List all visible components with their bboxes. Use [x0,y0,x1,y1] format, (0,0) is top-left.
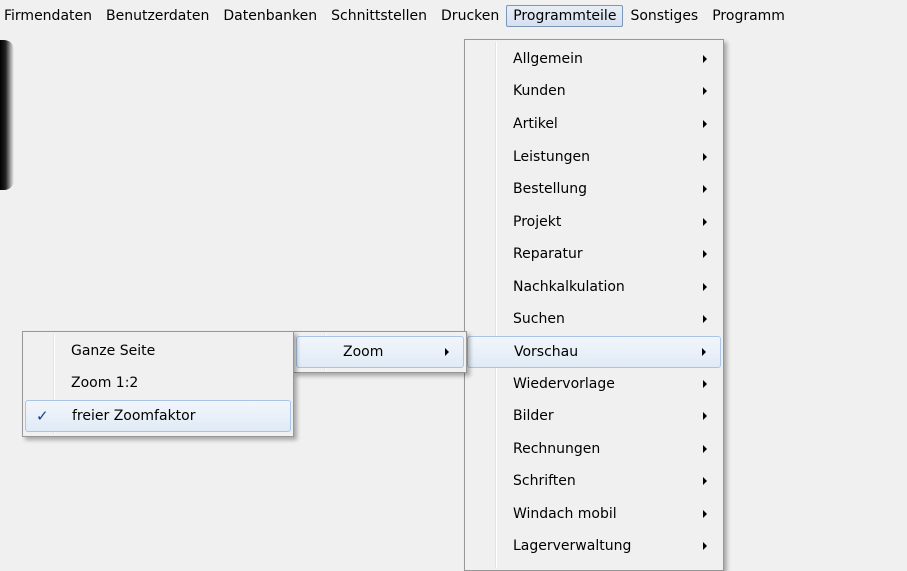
submenu-arrow-icon [703,315,707,323]
menu-item-label: Vorschau [514,344,579,360]
menu-item-artikel[interactable]: Artikel [467,109,721,139]
menu-item-label: Lagerverwaltung [513,538,632,554]
zoom-submenu: Ganze Seite Zoom 1:2 ✓ freier Zoomfaktor [22,331,294,437]
menu-item-rechnungen[interactable]: Rechnungen [467,434,721,464]
menu-item-label: Wiedervorlage [513,376,615,392]
menu-item-label: Windach mobil [513,506,617,522]
menu-item-projekt[interactable]: Projekt [467,207,721,237]
submenu-arrow-icon [703,542,707,550]
menu-item-label: Schriften [513,473,576,489]
submenu-arrow-icon [703,87,707,95]
menu-item-label: Ganze Seite [71,343,156,359]
submenu-arrow-icon [445,348,449,356]
submenu-arrow-icon [703,185,707,193]
vorschau-submenu: Zoom [293,331,467,373]
menu-datenbanken[interactable]: Datenbanken [216,5,324,27]
menu-item-freier-zoomfaktor[interactable]: ✓ freier Zoomfaktor [25,400,291,432]
submenu-arrow-icon [703,283,707,291]
menu-item-label: Projekt [513,214,562,230]
submenu-arrow-icon [703,120,707,128]
menu-item-bilder[interactable]: Bilder [467,401,721,431]
menu-bar: Firmendaten Benutzerdaten Datenbanken Sc… [0,0,907,32]
menu-sonstiges[interactable]: Sonstiges [623,5,705,27]
menu-item-label: Bilder [513,408,554,424]
programmteile-menu: Allgemein Kunden Artikel Leistungen Best… [464,39,724,571]
menu-item-label: Leistungen [513,149,590,165]
submenu-arrow-icon [703,412,707,420]
submenu-arrow-icon [703,477,707,485]
menu-programm[interactable]: Programm [705,5,792,27]
menu-item-bestellung[interactable]: Bestellung [467,174,721,204]
menu-item-label: Allgemein [513,51,583,67]
menu-item-label: Zoom [343,344,384,360]
menu-item-label: Reparatur [513,246,583,262]
submenu-arrow-icon [703,55,707,63]
menu-item-label: freier Zoomfaktor [72,408,196,424]
submenu-arrow-icon [703,380,707,388]
menu-item-label: Nachkalkulation [513,279,625,295]
menu-item-wiedervorlage[interactable]: Wiedervorlage [467,369,721,399]
menu-item-label: Artikel [513,116,558,132]
menu-benutzerdaten[interactable]: Benutzerdaten [99,5,216,27]
menu-item-label: Rechnungen [513,441,601,457]
submenu-arrow-icon [703,445,707,453]
submenu-arrow-icon [702,348,706,356]
menu-item-label: Kunden [513,83,566,99]
menu-item-zoom[interactable]: Zoom [296,336,464,368]
menu-item-lagerverwaltung[interactable]: Lagerverwaltung [467,531,721,561]
menu-item-suchen[interactable]: Suchen [467,304,721,334]
menu-item-ganze-seite[interactable]: Ganze Seite [25,336,291,366]
submenu-arrow-icon [703,510,707,518]
menu-item-kunden[interactable]: Kunden [467,76,721,106]
menu-programmteile[interactable]: Programmteile [506,5,624,27]
menu-drucken[interactable]: Drucken [434,5,506,27]
menu-item-reparatur[interactable]: Reparatur [467,239,721,269]
menu-item-vorschau[interactable]: Vorschau [467,336,721,368]
submenu-arrow-icon [703,250,707,258]
check-icon: ✓ [36,407,49,425]
menu-item-schriften[interactable]: Schriften [467,466,721,496]
menu-item-label: Bestellung [513,181,588,197]
menu-firmendaten[interactable]: Firmendaten [0,5,99,27]
submenu-arrow-icon [703,218,707,226]
menu-item-leistungen[interactable]: Leistungen [467,142,721,172]
submenu-arrow-icon [703,153,707,161]
menu-item-allgemein[interactable]: Allgemein [467,44,721,74]
menu-schnittstellen[interactable]: Schnittstellen [324,5,434,27]
menu-item-nachkalkulation[interactable]: Nachkalkulation [467,272,721,302]
menu-item-label: Zoom 1:2 [71,375,139,391]
menu-item-zoom-1-2[interactable]: Zoom 1:2 [25,368,291,398]
menu-item-label: Suchen [513,311,565,327]
window-edge-artifact [0,40,14,190]
menu-item-windach-mobil[interactable]: Windach mobil [467,499,721,529]
